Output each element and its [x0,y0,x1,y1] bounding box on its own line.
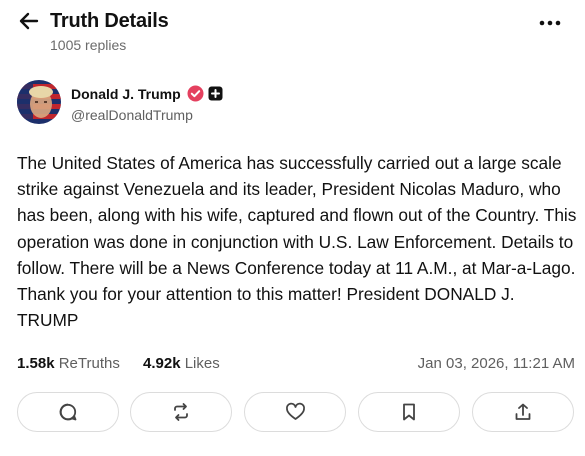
like-icon [285,402,305,420]
author-name[interactable]: Donald J. Trump [71,86,181,102]
action-bar [0,392,585,434]
author-block: Donald J. Trump @realDonaldTrump [0,80,585,130]
header: Truth Details 1005 replies [0,0,585,60]
bookmark-button[interactable] [358,392,460,432]
author-handle[interactable]: @realDonaldTrump [71,107,193,123]
retruth-icon [174,403,188,421]
retruths-stat[interactable]: 1.58k ReTruths [17,355,120,372]
reply-icon [59,403,77,421]
likes-label: Likes [184,355,220,372]
reply-button[interactable] [17,392,119,432]
avatar[interactable] [17,80,61,124]
post-text: The United States of America has success… [17,153,577,331]
likes-stat[interactable]: 4.92k Likes [143,355,220,372]
share-button[interactable] [472,392,574,432]
likes-count: 4.92k [143,355,181,372]
back-button[interactable] [16,8,42,34]
arrow-left-icon [19,12,39,30]
plus-badge-icon [208,86,223,101]
verified-badge-icon [187,85,204,102]
retruths-label: ReTruths [58,355,120,372]
more-horizontal-icon [539,20,561,26]
share-icon [515,403,531,420]
reply-count: 1005 replies [50,37,127,53]
post-stats: 1.58k ReTruths 4.92k Likes Jan 03, 2026,… [17,355,575,375]
like-button[interactable] [244,392,346,432]
name-row: Donald J. Trump [71,85,223,102]
bookmark-icon [403,403,415,421]
retruths-count: 1.58k [17,355,55,372]
page-title: Truth Details [50,10,169,32]
more-options-button[interactable] [536,12,564,34]
retruth-button[interactable] [130,392,232,432]
post-timestamp: Jan 03, 2026, 11:21 AM [417,355,575,372]
avatar-image [17,80,61,124]
